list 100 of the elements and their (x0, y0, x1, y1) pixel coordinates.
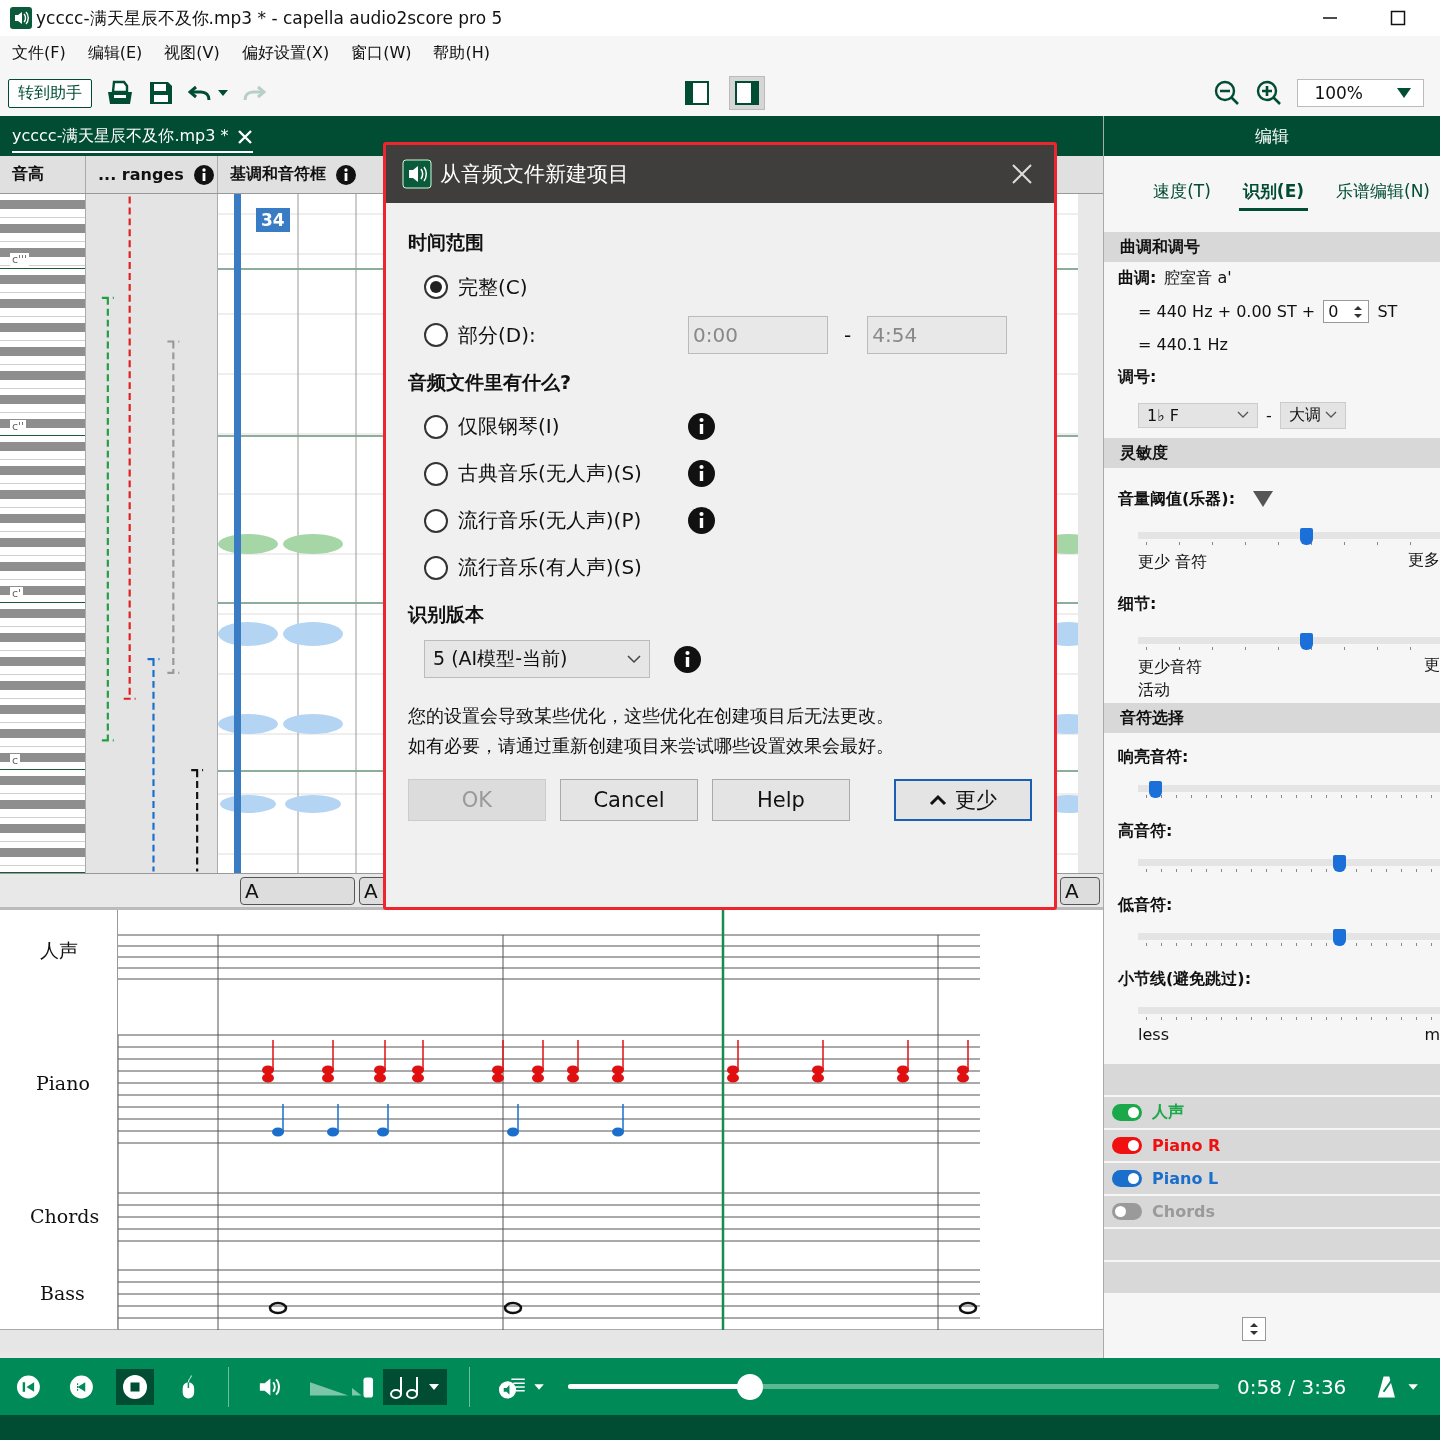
dialog-title: 从音频文件新建项目 (440, 161, 629, 188)
chevron-up-icon (929, 794, 947, 806)
panel-title: 编辑 (1104, 116, 1440, 156)
field-label: 高音符: (1118, 820, 1173, 842)
rewind-icon[interactable] (68, 1373, 94, 1400)
chevron-down-icon (1237, 411, 1249, 419)
spin-box[interactable] (1242, 1317, 1266, 1341)
section-header: 灵敏度 (1104, 438, 1440, 468)
stop-button[interactable] (115, 1368, 154, 1405)
document-tab[interactable]: ycccc-满天星辰不及你.mp3 * (12, 126, 253, 153)
panel-tab[interactable]: 乐谱编辑(N) (1332, 175, 1434, 211)
key-signature-dropdown[interactable]: 1♭ F (1138, 402, 1258, 428)
chevron-down-icon (627, 654, 641, 664)
staff-name: Piano (36, 1072, 90, 1094)
info-icon[interactable] (688, 460, 715, 487)
app-icon (402, 159, 432, 189)
window-title: ycccc-满天星辰不及你.mp3 * - capella audio2score pro 5 (36, 6, 503, 30)
slider-thumb[interactable] (1300, 528, 1314, 545)
field-label: 曲调: (1118, 268, 1157, 289)
section-heading: 识别版本 (408, 602, 485, 627)
info-icon[interactable] (336, 164, 356, 185)
playback-position-handle[interactable] (737, 1374, 764, 1400)
dialog-button[interactable]: 更少 (894, 779, 1032, 821)
dialog-button[interactable]: Help (712, 779, 850, 821)
voice-name: 人声 (1152, 1102, 1184, 1123)
menu-item[interactable]: 文件(F) (12, 42, 66, 64)
section-header: 音符选择 (1104, 703, 1440, 733)
undo-icon[interactable] (188, 83, 212, 103)
field-label: 低音符: (1118, 894, 1173, 916)
slider-thumb[interactable] (1333, 855, 1347, 872)
info-icon[interactable] (193, 164, 214, 185)
triangle-down-icon[interactable] (1253, 491, 1274, 507)
voice-toggle[interactable] (1112, 1137, 1142, 1154)
slider-thumb[interactable] (1300, 633, 1314, 650)
slider-thumb[interactable] (1149, 781, 1163, 798)
print-icon[interactable] (106, 79, 134, 107)
section-marker[interactable]: A (1060, 876, 1100, 905)
menu-item[interactable]: 帮助(H) (433, 42, 490, 64)
octave-label: c (10, 754, 21, 767)
slider-max-label: 更多 (1408, 550, 1440, 571)
radio-option[interactable]: 流行音乐(无人声)(P) (424, 507, 678, 534)
notes-button[interactable] (383, 1368, 448, 1405)
radio-option[interactable]: 古典音乐(无人声)(S) (424, 460, 678, 487)
frequency-result: = 440.1 Hz (1138, 335, 1228, 354)
slider-max-label: 更 (1424, 655, 1440, 676)
info-icon[interactable] (674, 645, 701, 673)
save-icon[interactable] (148, 80, 174, 106)
slider-min-label: less (1138, 1025, 1169, 1044)
app-icon (10, 7, 32, 29)
slider-max-label: m (1424, 1025, 1440, 1044)
slider-min-label: 更少音符 (1138, 656, 1202, 678)
radio-option[interactable]: 流行音乐(有人声)(S) (424, 554, 678, 581)
slider-min-label: 活动 (1138, 679, 1171, 701)
menu-item[interactable]: 编辑(E) (87, 42, 143, 64)
voice-name: Chords (1152, 1202, 1215, 1221)
assistant-button[interactable]: 转到助手 (8, 78, 92, 108)
measure-number: 34 (256, 208, 290, 232)
maximize-icon[interactable] (1390, 10, 1406, 26)
panel-tab[interactable]: 速度(T) (1149, 175, 1215, 211)
dash-separator: - (1266, 405, 1272, 425)
octave-label: c'' (10, 420, 27, 433)
voice-toggle[interactable] (1112, 1170, 1142, 1187)
spin-box[interactable]: 0 (1323, 300, 1370, 323)
octave-label: c''' (10, 253, 30, 266)
field-label: 响亮音符: (1118, 746, 1189, 768)
info-icon[interactable] (688, 413, 715, 440)
voice-toggle[interactable] (1112, 1104, 1142, 1121)
dialog-button[interactable]: Cancel (560, 779, 698, 821)
octave-label: c' (10, 587, 24, 600)
panel-tab[interactable]: 识别(E) (1238, 175, 1308, 211)
version-dropdown[interactable]: 5 (AI模型-当前) (424, 640, 650, 678)
section-marker[interactable]: A (240, 876, 355, 905)
staff-name: 人声 (40, 938, 78, 963)
voice-toggle[interactable] (1112, 1203, 1142, 1220)
section-header: 曲调和调号 (1104, 232, 1440, 262)
field-label: 音量阈值(乐器): (1118, 488, 1236, 510)
radio-option[interactable]: 完整(C) (424, 273, 678, 301)
caret-icon[interactable] (218, 90, 228, 96)
frequency-formula: = 440 Hz + 0.00 ST + (1138, 302, 1316, 321)
column-header[interactable]: 音高 (0, 156, 86, 193)
right-panel-toggle[interactable] (729, 76, 766, 110)
info-text: 您的设置会导致某些优化，这些优化在创建项目后无法更改。 如有必要，请通过重新创建项目来尝试哪些设置效果会最好。 (408, 704, 895, 758)
range-separator: - (844, 323, 852, 347)
slider-thumb[interactable] (1333, 929, 1347, 946)
column-header[interactable]: ... ranges (86, 156, 218, 193)
zoom-dropdown[interactable]: 100% (1297, 79, 1424, 107)
skip-to-start-icon[interactable] (16, 1373, 41, 1400)
staff-name: Bass (40, 1282, 85, 1304)
mode-dropdown[interactable]: 大调 (1279, 401, 1346, 429)
close-icon[interactable] (1012, 164, 1032, 184)
menu-item[interactable]: 窗口(W) (351, 42, 412, 64)
menu-item[interactable]: 视图(V) (164, 42, 220, 64)
radio-option[interactable]: 仅限钢琴(I) (424, 413, 678, 440)
radio-option[interactable]: 部分(D): (424, 321, 678, 349)
caret-icon (1397, 88, 1411, 98)
section-heading: 时间范围 (408, 230, 485, 255)
info-icon[interactable] (688, 507, 715, 534)
slider-min-label: 更少 音符 (1138, 551, 1208, 573)
menu-item[interactable]: 偏好设置(X) (241, 42, 330, 64)
field-label: 细节: (1118, 593, 1157, 615)
